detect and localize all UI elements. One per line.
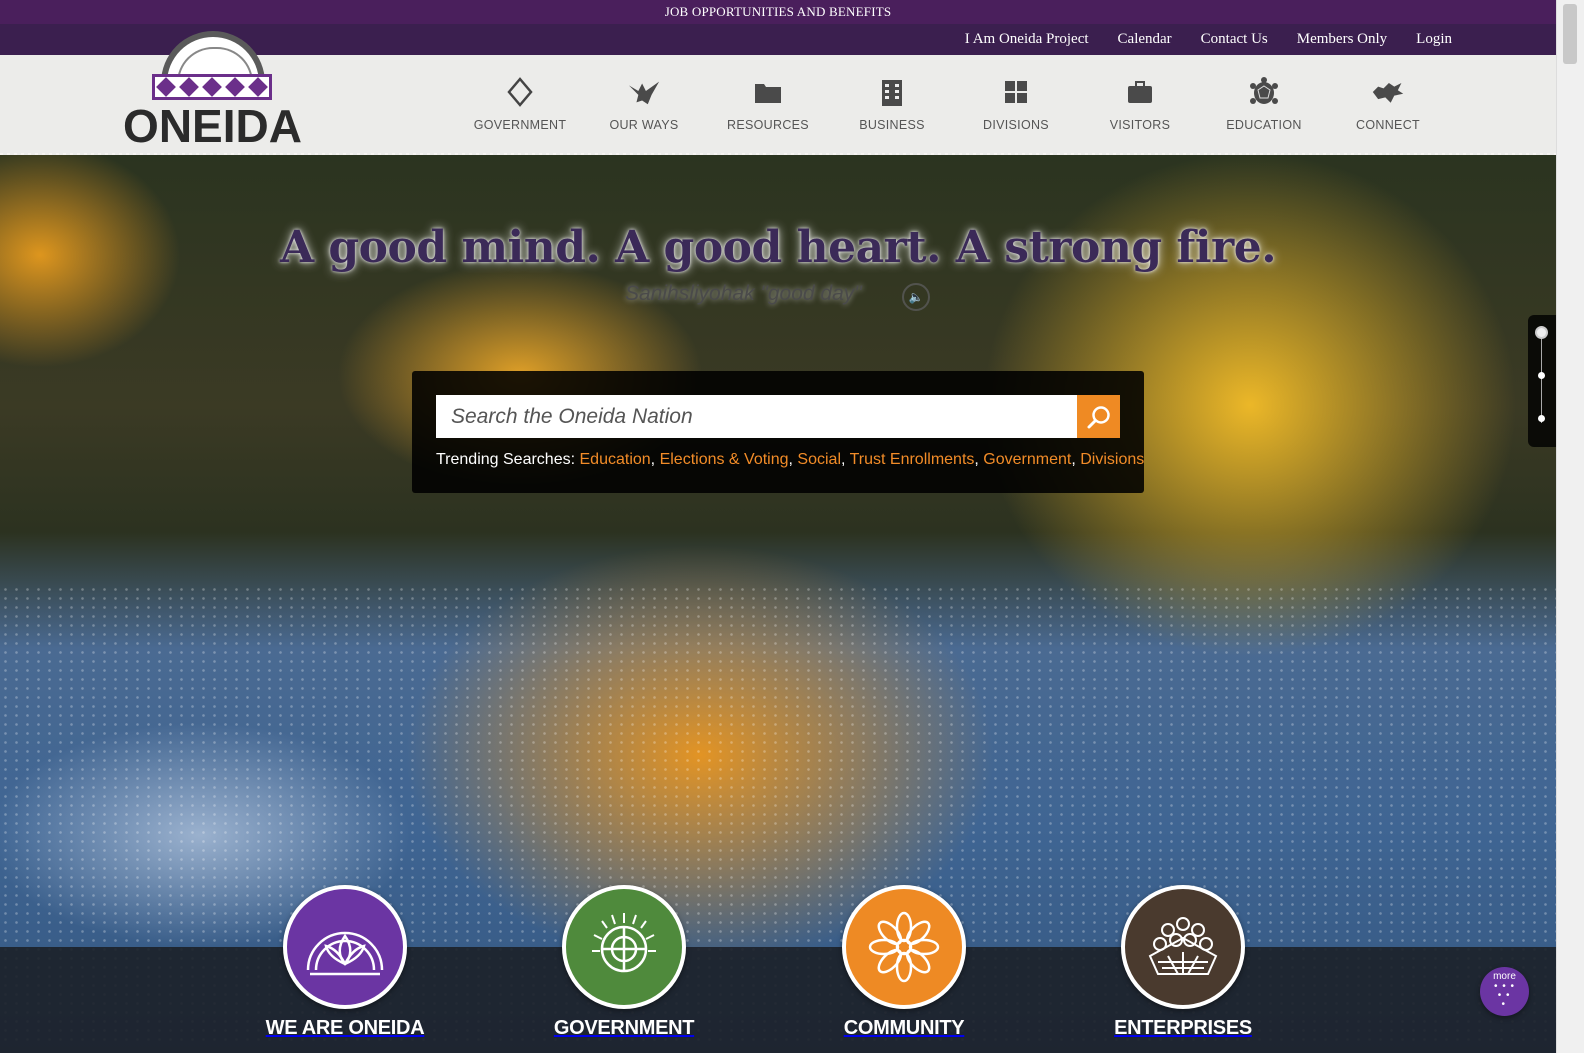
basket-icon bbox=[1121, 885, 1245, 1009]
page-scrollbar[interactable] bbox=[1556, 0, 1584, 1053]
utility-link-contact-us[interactable]: Contact Us bbox=[1201, 31, 1268, 48]
search-button[interactable] bbox=[1077, 395, 1120, 438]
diamond-icon bbox=[503, 75, 537, 109]
trending-searches: Trending Searches: Education, Elections … bbox=[436, 451, 1145, 468]
audio-play-button[interactable]: 🔈 bbox=[902, 283, 930, 311]
trending-label: Trending Searches: bbox=[436, 451, 576, 468]
nav-resources[interactable]: RESOURCES bbox=[708, 75, 828, 135]
nav-label: GOVERNMENT bbox=[473, 118, 567, 132]
main-nav: GOVERNMENT OUR WAYS RESOURCES BUSINESS D… bbox=[460, 75, 1452, 135]
feature-label: WE ARE ONEIDA bbox=[265, 1017, 425, 1039]
feature-band bbox=[0, 947, 1556, 1053]
more-button[interactable]: more • • • • • • bbox=[1480, 967, 1529, 1016]
nav-visitors[interactable]: VISITORS bbox=[1080, 75, 1200, 135]
suitcase-icon bbox=[1123, 75, 1157, 109]
logo-wordmark: ONEIDA bbox=[123, 100, 302, 152]
utility-link-members-only[interactable]: Members Only bbox=[1297, 31, 1387, 48]
utility-link-login[interactable]: Login bbox=[1416, 31, 1452, 48]
slider-dot-2[interactable] bbox=[1538, 372, 1545, 379]
utility-link-i-am-oneida[interactable]: I Am Oneida Project bbox=[965, 31, 1089, 48]
trending-link-elections-voting[interactable]: Elections & Voting bbox=[660, 451, 789, 468]
slider-dot-1[interactable] bbox=[1535, 326, 1548, 339]
feature-label: GOVERNMENT bbox=[553, 1017, 695, 1039]
nav-label: BUSINESS bbox=[859, 118, 925, 132]
nav-label: VISITORS bbox=[1109, 118, 1171, 132]
trending-link-education[interactable]: Education bbox=[580, 451, 651, 468]
section-slider[interactable] bbox=[1528, 315, 1556, 447]
nav-education[interactable]: EDUCATION bbox=[1204, 75, 1324, 135]
utility-nav: I Am Oneida Project Calendar Contact Us … bbox=[965, 24, 1452, 55]
hero-greeting: Sanihsliyohak "good day" bbox=[625, 282, 862, 305]
nav-label: RESOURCES bbox=[727, 118, 809, 132]
search-panel: Trending Searches: Education, Elections … bbox=[412, 371, 1144, 493]
sky-dome-icon bbox=[283, 885, 407, 1009]
feature-community[interactable]: COMMUNITY bbox=[814, 885, 994, 1040]
wolf-icon bbox=[1371, 75, 1405, 109]
nav-label: OUR WAYS bbox=[609, 118, 679, 132]
logo-wampum-band bbox=[152, 74, 272, 100]
turtle-icon bbox=[1247, 75, 1281, 109]
flower-icon bbox=[842, 885, 966, 1009]
nav-label: CONNECT bbox=[1356, 118, 1420, 132]
nav-our-ways[interactable]: OUR WAYS bbox=[584, 75, 704, 135]
eagle-icon bbox=[627, 75, 661, 109]
oneida-logo[interactable]: ONEIDA bbox=[120, 31, 305, 152]
search-icon bbox=[1087, 405, 1110, 428]
job-opportunities-link[interactable]: JOB OPPORTUNITIES AND BENEFITS bbox=[665, 4, 892, 19]
feature-label: ENTERPRISES bbox=[1114, 1017, 1252, 1039]
feature-enterprises[interactable]: ENTERPRISES bbox=[1093, 885, 1273, 1040]
nav-connect[interactable]: CONNECT bbox=[1328, 75, 1448, 135]
trending-link-divisions[interactable]: Divisions bbox=[1080, 451, 1144, 468]
building-icon bbox=[875, 75, 909, 109]
dots-icon: • • • • • • bbox=[1493, 980, 1516, 1010]
slider-dot-3[interactable] bbox=[1538, 415, 1545, 422]
trending-link-social[interactable]: Social bbox=[797, 451, 841, 468]
search-input[interactable] bbox=[436, 395, 1077, 438]
nav-government[interactable]: GOVERNMENT bbox=[460, 75, 580, 135]
scrollbar-thumb[interactable] bbox=[1563, 4, 1577, 64]
folder-icon bbox=[751, 75, 785, 109]
trending-link-trust-enrollments[interactable]: Trust Enrollments bbox=[850, 451, 975, 468]
feature-government[interactable]: GOVERNMENT bbox=[534, 885, 714, 1040]
site-header: ONEIDA GOVERNMENT OUR WAYS RESOURCES BUS… bbox=[0, 31, 1556, 159]
job-opportunities-banner[interactable]: JOB OPPORTUNITIES AND BENEFITS bbox=[0, 0, 1556, 24]
tree-of-peace-icon bbox=[562, 885, 686, 1009]
trending-link-government[interactable]: Government bbox=[983, 451, 1071, 468]
hero-tagline: A good mind. A good heart. A strong fire… bbox=[279, 222, 1277, 273]
feature-we-are-oneida[interactable]: WE ARE ONEIDA bbox=[255, 885, 435, 1040]
utility-link-calendar[interactable]: Calendar bbox=[1118, 31, 1172, 48]
nav-label: DIVISIONS bbox=[983, 118, 1049, 132]
hero-section: A good mind. A good heart. A strong fire… bbox=[0, 155, 1556, 1053]
more-label: more bbox=[1493, 970, 1516, 982]
nav-label: EDUCATION bbox=[1226, 118, 1302, 132]
grid-icon bbox=[999, 75, 1033, 109]
nav-divisions[interactable]: DIVISIONS bbox=[956, 75, 1076, 135]
feature-label: COMMUNITY bbox=[843, 1017, 965, 1039]
nav-business[interactable]: BUSINESS bbox=[832, 75, 952, 135]
speaker-icon: 🔈 bbox=[908, 290, 924, 304]
